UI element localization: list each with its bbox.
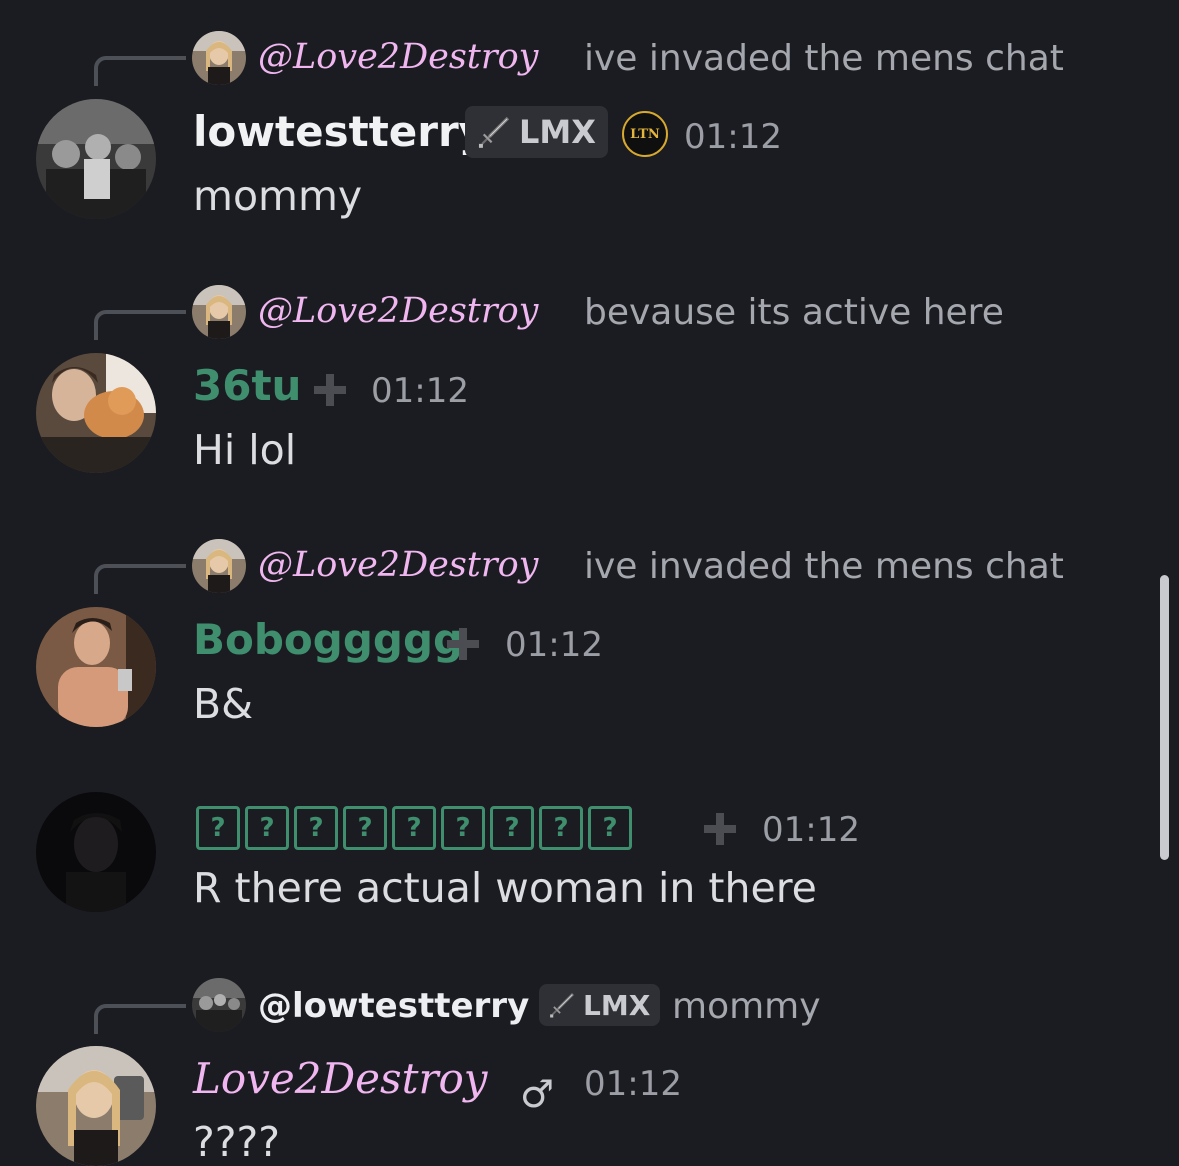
reply-author-name[interactable]: @Love2Destroy	[258, 291, 538, 331]
timestamp: 01:12	[762, 810, 860, 850]
timestamp: 01:12	[505, 625, 603, 665]
reply-avatar-love2destroy[interactable]	[192, 285, 246, 339]
plus-icon[interactable]	[700, 809, 740, 849]
missing-glyph: ?	[343, 806, 387, 850]
message-content: Hi lol	[193, 426, 297, 474]
missing-glyph: ?	[392, 806, 436, 850]
reply-author-name[interactable]: @Love2Destroy	[258, 545, 538, 585]
avatar-36tu[interactable]	[36, 353, 156, 473]
plus-icon[interactable]	[443, 624, 483, 664]
avatar-lowtestterry[interactable]	[36, 99, 156, 219]
author-name[interactable]: Love2Destroy	[193, 1054, 488, 1103]
sword-icon	[478, 116, 510, 148]
avatar-boboggggg[interactable]	[36, 607, 156, 727]
clan-tag-label: LMX	[519, 113, 596, 151]
reply-connector	[94, 56, 186, 86]
missing-glyph: ?	[490, 806, 534, 850]
missing-glyph: ?	[539, 806, 583, 850]
reply-avatar-love2destroy[interactable]	[192, 31, 246, 85]
avatar-dark[interactable]	[36, 792, 156, 912]
reply-preview-text[interactable]: mommy	[672, 986, 821, 1027]
clan-tag[interactable]: LMX	[465, 106, 608, 158]
author-name[interactable]: lowtestterry	[193, 107, 486, 156]
message-content: mommy	[193, 172, 363, 220]
server-badge[interactable]: LTN	[622, 111, 668, 157]
missing-glyph: ?	[196, 806, 240, 850]
message-content: R there actual woman in there	[193, 864, 817, 912]
plus-icon[interactable]	[310, 370, 350, 410]
reply-connector	[94, 310, 186, 340]
clan-tag-label: LMX	[583, 988, 651, 1022]
avatar-love2destroy[interactable]	[36, 1046, 156, 1166]
clan-tag[interactable]: LMX	[539, 984, 661, 1026]
missing-glyph: ?	[245, 806, 289, 850]
reply-preview-text[interactable]: ive invaded the mens chat	[584, 546, 1064, 587]
author-name[interactable]: 36tu	[193, 361, 301, 410]
timestamp: 01:12	[584, 1064, 682, 1104]
message-content: B&	[193, 680, 254, 728]
reply-preview-text[interactable]: bevause its active here	[584, 292, 1004, 333]
scrollbar[interactable]	[1160, 575, 1169, 860]
missing-glyph: ?	[294, 806, 338, 850]
reply-avatar-lowtestterry[interactable]	[192, 978, 246, 1032]
reply-author-name[interactable]: @Love2Destroy	[258, 37, 538, 77]
missing-glyph: ?	[588, 806, 632, 850]
reply-avatar-love2destroy[interactable]	[192, 539, 246, 593]
author-name-glyphs[interactable]: ? ? ? ? ? ? ? ? ?	[196, 806, 632, 850]
timestamp: 01:12	[371, 371, 469, 411]
message-content: ????	[193, 1118, 281, 1166]
author-name[interactable]: Boboggggg	[193, 615, 463, 664]
reply-connector	[94, 564, 186, 594]
missing-glyph: ?	[441, 806, 485, 850]
male-icon: ♂	[520, 1072, 555, 1116]
sword-icon	[550, 993, 574, 1018]
reply-author-name[interactable]: @lowtestterry	[258, 986, 529, 1026]
timestamp: 01:12	[684, 117, 782, 157]
reply-preview-text[interactable]: ive invaded the mens chat	[584, 38, 1064, 79]
reply-connector	[94, 1004, 186, 1034]
